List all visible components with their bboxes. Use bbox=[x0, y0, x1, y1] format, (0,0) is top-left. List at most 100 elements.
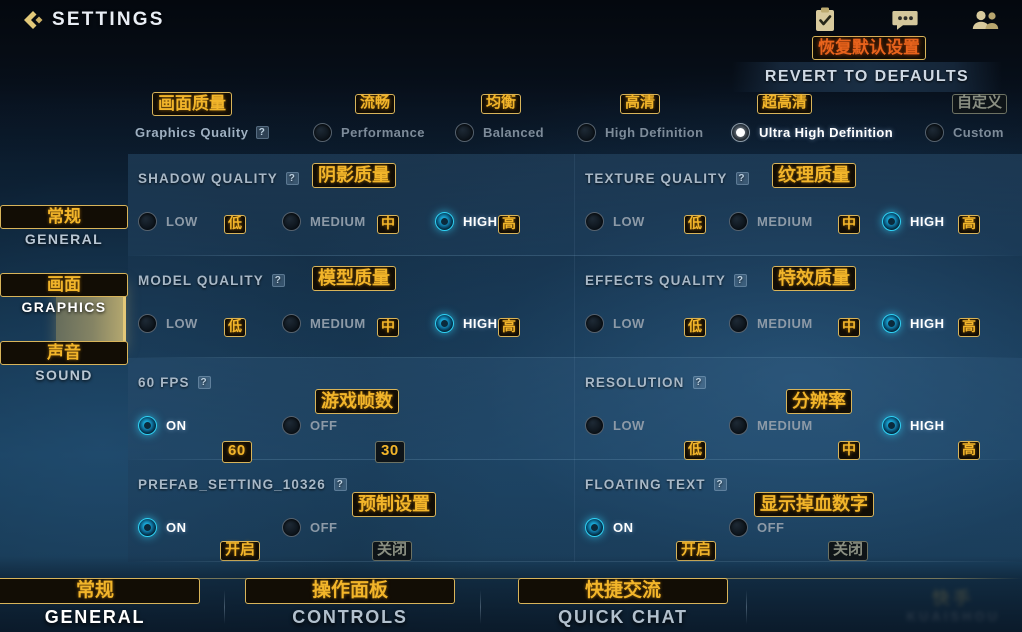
bottom-nav-quick-chat[interactable]: 快捷交流 QUICK CHAT bbox=[518, 577, 728, 628]
bottom-cn-quick-chat: 快捷交流 bbox=[518, 577, 728, 604]
revert-to-defaults-button[interactable]: REVERT TO DEFAULTS bbox=[732, 56, 1002, 92]
back-arrow-icon[interactable] bbox=[10, 0, 52, 40]
option-on[interactable]: ON bbox=[138, 416, 187, 435]
option-low[interactable]: LOW bbox=[138, 314, 198, 333]
friends-icon[interactable] bbox=[970, 5, 1000, 35]
option-high[interactable]: HIGH bbox=[882, 416, 945, 435]
bottom-nav-separator bbox=[224, 590, 225, 624]
setting-title: 60 FPS ? bbox=[138, 375, 211, 390]
radio-medium[interactable] bbox=[729, 416, 748, 435]
option-off[interactable]: OFF bbox=[282, 416, 338, 435]
preset-option-custom[interactable]: Custom bbox=[925, 122, 1004, 142]
radio-high[interactable] bbox=[882, 314, 901, 333]
option-label-off: OFF bbox=[757, 520, 785, 535]
info-icon[interactable]: ? bbox=[692, 376, 706, 389]
info-icon[interactable]: ? bbox=[735, 172, 749, 185]
radio-off[interactable] bbox=[282, 416, 301, 435]
info-icon[interactable]: ? bbox=[285, 172, 299, 185]
option-low[interactable]: LOW bbox=[585, 314, 645, 333]
radio-medium[interactable] bbox=[729, 314, 748, 333]
settings-row: 60 FPS ? ON OFF RESOLUTION ? LOW MEDIUM … bbox=[128, 358, 1022, 460]
radio-medium[interactable] bbox=[282, 212, 301, 231]
preset-option-ultra-high-definition[interactable]: Ultra High Definition bbox=[731, 122, 893, 142]
info-icon[interactable]: ? bbox=[255, 125, 269, 139]
option-medium[interactable]: MEDIUM bbox=[282, 212, 366, 231]
preset-option-high-definition[interactable]: High Definition bbox=[577, 122, 704, 142]
option-on[interactable]: ON bbox=[138, 518, 187, 537]
option-on[interactable]: ON bbox=[585, 518, 634, 537]
info-icon[interactable]: ? bbox=[713, 478, 727, 491]
option-label-high: HIGH bbox=[463, 316, 498, 331]
option-medium[interactable]: MEDIUM bbox=[729, 212, 813, 231]
radio-performance[interactable] bbox=[313, 122, 332, 142]
option-low[interactable]: LOW bbox=[138, 212, 198, 231]
radio-low[interactable] bbox=[138, 212, 157, 231]
radio-on[interactable] bbox=[138, 416, 157, 435]
option-label-off: OFF bbox=[310, 418, 338, 433]
radio-low[interactable] bbox=[138, 314, 157, 333]
sidebar-item-graphics[interactable]: 画面 GRAPHICS bbox=[0, 273, 128, 341]
radio-on[interactable] bbox=[585, 518, 604, 537]
option-medium[interactable]: MEDIUM bbox=[729, 416, 813, 435]
radio-balanced[interactable] bbox=[455, 122, 474, 142]
settings-row: PREFAB_SETTING_10326 ? ON OFF FLOATING T… bbox=[128, 460, 1022, 562]
option-low[interactable]: LOW bbox=[585, 212, 645, 231]
info-icon[interactable]: ? bbox=[333, 478, 347, 491]
preset-option-balanced[interactable]: Balanced bbox=[455, 122, 544, 142]
option-off[interactable]: OFF bbox=[729, 518, 785, 537]
bottom-nav-general[interactable]: 常规 GENERAL bbox=[0, 577, 200, 628]
option-label-on: ON bbox=[166, 520, 187, 535]
cn-option-high: 高 bbox=[958, 318, 980, 337]
radio-high[interactable] bbox=[435, 212, 454, 231]
option-label-medium: MEDIUM bbox=[757, 316, 813, 331]
radio-ultra-high-definition[interactable] bbox=[731, 122, 750, 142]
sidebar-item-general[interactable]: 常规 GENERAL bbox=[0, 205, 128, 273]
graphics-quality-cn-overlay: 画面质量 bbox=[152, 92, 232, 117]
preset-label-high-definition: High Definition bbox=[605, 124, 704, 140]
option-high[interactable]: HIGH bbox=[435, 314, 498, 333]
radio-high-definition[interactable] bbox=[577, 122, 596, 142]
info-icon[interactable]: ? bbox=[197, 376, 211, 389]
setting-title: MODEL QUALITY ? bbox=[138, 273, 285, 288]
radio-off[interactable] bbox=[282, 518, 301, 537]
info-icon[interactable]: ? bbox=[271, 274, 285, 287]
radio-on[interactable] bbox=[138, 518, 157, 537]
radio-high[interactable] bbox=[435, 314, 454, 333]
radio-medium[interactable] bbox=[729, 212, 748, 231]
graphics-quality-preset-row: Graphics Quality ? Performance Balanced … bbox=[0, 118, 1022, 146]
info-icon[interactable]: ? bbox=[734, 274, 747, 287]
option-low[interactable]: LOW bbox=[585, 416, 645, 435]
cn-option-low: 低 bbox=[684, 215, 706, 234]
radio-low[interactable] bbox=[585, 416, 604, 435]
option-label-medium: MEDIUM bbox=[757, 418, 813, 433]
cn-option-low: 低 bbox=[224, 215, 246, 234]
option-medium[interactable]: MEDIUM bbox=[282, 314, 366, 333]
preset-option-performance[interactable]: Performance bbox=[313, 122, 425, 142]
radio-custom[interactable] bbox=[925, 122, 944, 142]
setting-title-text: FLOATING TEXT bbox=[585, 477, 706, 492]
graphics-quality-text: Graphics Quality bbox=[135, 124, 249, 140]
setting-options: LOW MEDIUM HIGH bbox=[585, 314, 1015, 344]
option-high[interactable]: HIGH bbox=[882, 314, 945, 333]
option-high[interactable]: HIGH bbox=[882, 212, 945, 231]
chat-bubble-icon[interactable] bbox=[890, 5, 920, 35]
task-checklist-icon[interactable] bbox=[810, 5, 840, 35]
radio-high[interactable] bbox=[882, 416, 901, 435]
bottom-nav-controls[interactable]: 操作面板 CONTROLS bbox=[245, 577, 455, 628]
revert-label: REVERT TO DEFAULTS bbox=[764, 68, 970, 85]
bottom-nav-separator bbox=[480, 590, 481, 624]
setting-title-text: PREFAB_SETTING_10326 bbox=[138, 477, 326, 492]
radio-low[interactable] bbox=[585, 314, 604, 333]
option-medium[interactable]: MEDIUM bbox=[729, 314, 813, 333]
radio-off[interactable] bbox=[729, 518, 748, 537]
radio-low[interactable] bbox=[585, 212, 604, 231]
setting-title-text: TEXTURE QUALITY bbox=[585, 171, 728, 186]
sidebar-item-sound[interactable]: 声音 SOUND bbox=[0, 341, 128, 409]
setting-options: ON OFF bbox=[585, 518, 1015, 548]
cn-option-low: 低 bbox=[684, 441, 706, 460]
radio-medium[interactable] bbox=[282, 314, 301, 333]
radio-high[interactable] bbox=[882, 212, 901, 231]
option-off[interactable]: OFF bbox=[282, 518, 338, 537]
option-high[interactable]: HIGH bbox=[435, 212, 498, 231]
option-label-medium: MEDIUM bbox=[757, 214, 813, 229]
